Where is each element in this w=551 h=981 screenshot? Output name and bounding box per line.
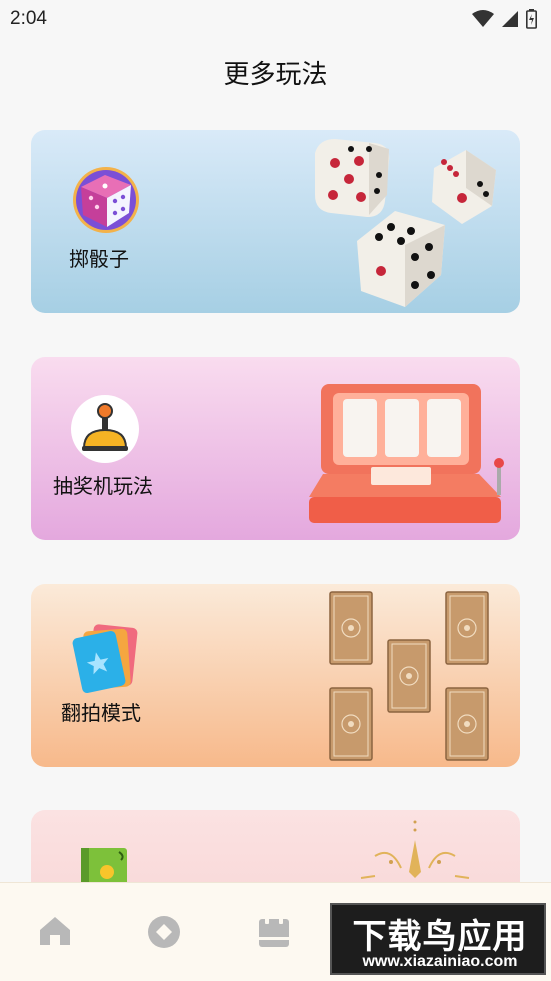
slot-machine-card[interactable]: 抽奖机玩法 <box>31 357 520 540</box>
watermark-logo: 下载鸟应用 www.xiazainiao.com <box>330 903 546 975</box>
compass-star-illustration <box>331 816 491 890</box>
calendar-icon <box>259 916 289 947</box>
nav-discover[interactable] <box>147 915 181 953</box>
watermark-main: 下载鸟应用 <box>352 917 528 957</box>
dice-card-label: 掷骰子 <box>69 247 129 271</box>
slot-machine-illustration <box>301 379 516 533</box>
discover-icon <box>148 916 180 948</box>
dice-cube-icon <box>71 165 141 239</box>
home-icon <box>40 917 70 945</box>
status-time: 2:04 <box>10 8 47 29</box>
status-bar: 2:04 <box>0 0 551 38</box>
wifi-icon <box>472 10 494 27</box>
battery-icon <box>526 9 537 29</box>
slot-machine-card-label: 抽奖机玩法 <box>53 474 153 498</box>
cards-icon <box>71 622 141 698</box>
flip-cards-card-label: 翻拍模式 <box>61 701 141 725</box>
dice-illustration <box>301 130 511 313</box>
nav-home[interactable] <box>38 915 72 951</box>
nav-calendar[interactable] <box>257 915 291 953</box>
page-title: 更多玩法 <box>223 60 328 90</box>
watermark-sub: www.xiazainiao.com <box>362 953 518 970</box>
signal-icon <box>502 11 518 27</box>
flip-cards-card[interactable]: 翻拍模式 <box>31 584 520 767</box>
tarot-cards-illustration <box>328 590 490 766</box>
dice-card[interactable]: 掷骰子 <box>31 130 520 313</box>
joystick-icon <box>70 394 140 468</box>
status-icons <box>472 9 537 29</box>
